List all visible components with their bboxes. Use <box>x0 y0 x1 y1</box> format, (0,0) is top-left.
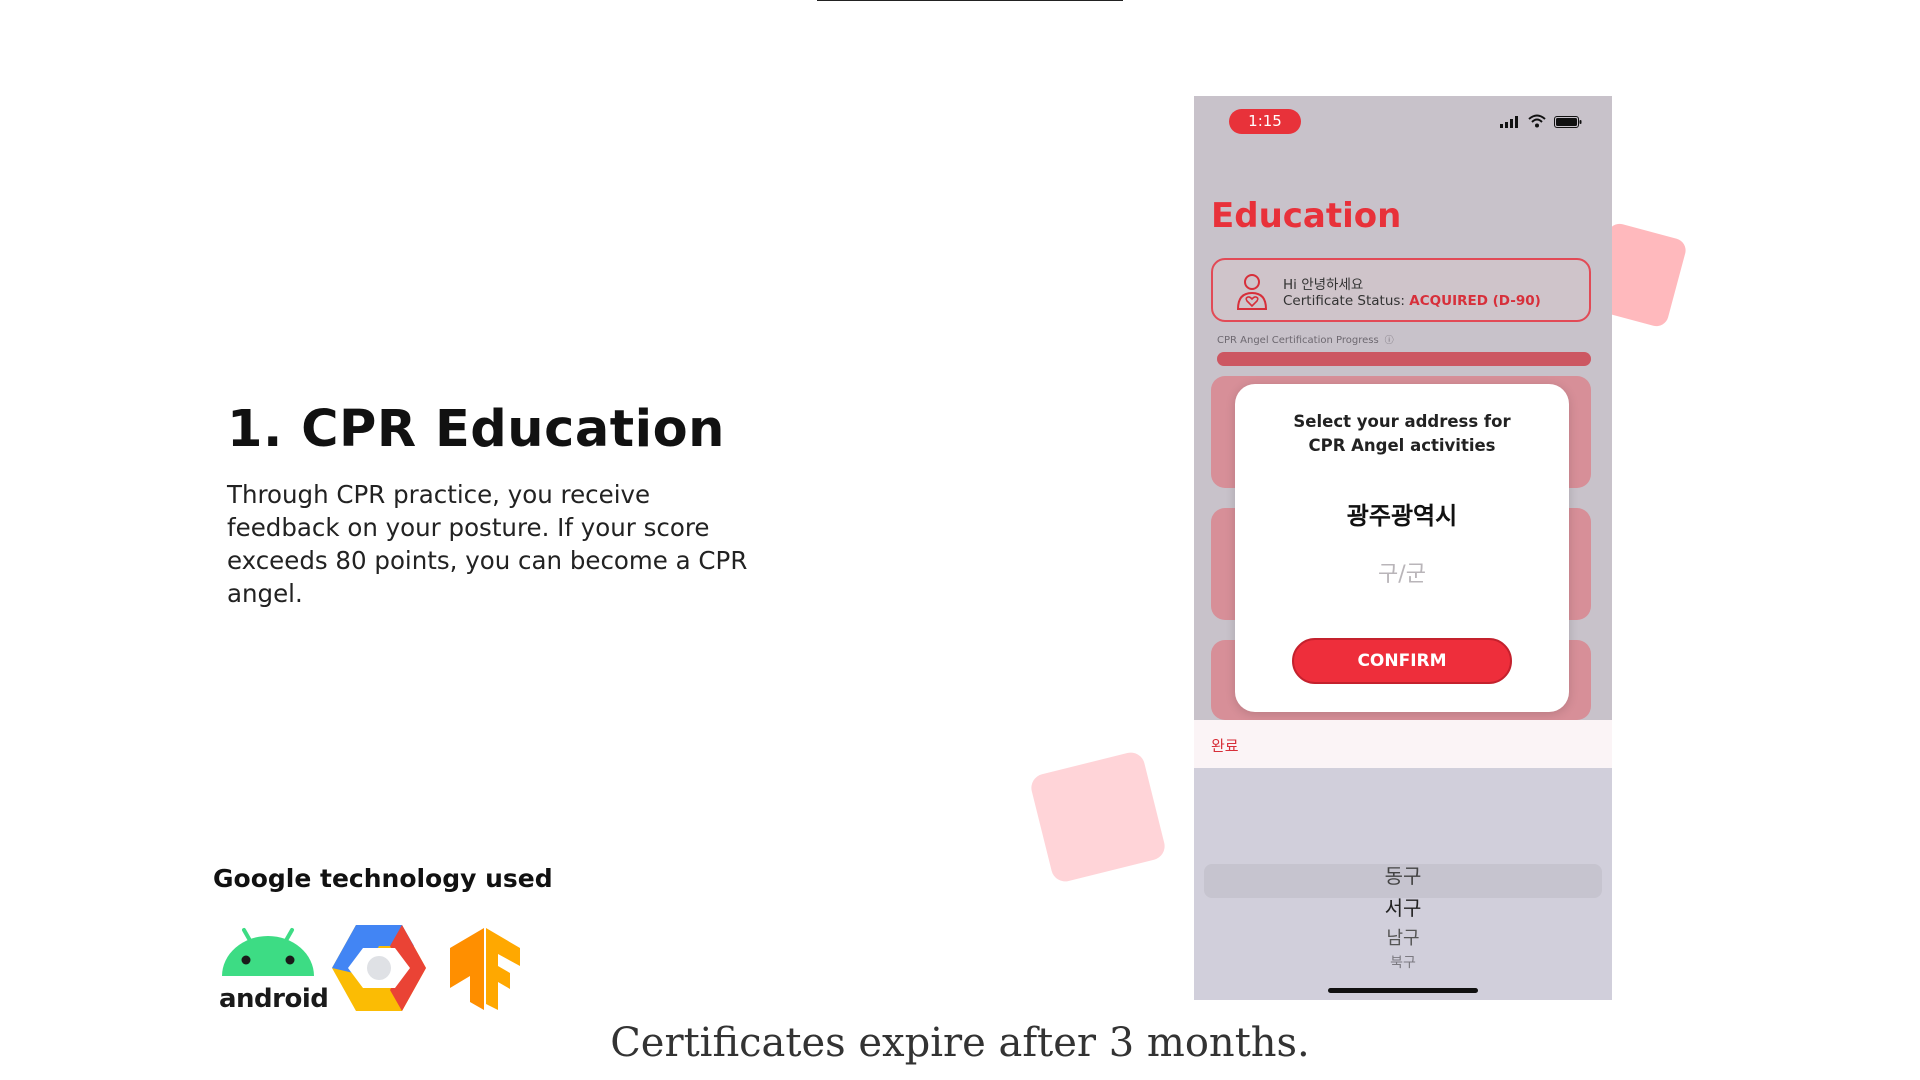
certificate-status-value: ACQUIRED (D-90) <box>1409 293 1541 309</box>
phone-screen: 1:15 Education Hi 안녕하세요 Certificate Stat… <box>1194 96 1612 1000</box>
district-select[interactable]: 구/군 <box>1235 556 1569 588</box>
picker-item[interactable]: 남구 <box>1194 924 1612 950</box>
decorative-square <box>1028 749 1168 885</box>
signal-icon <box>1500 116 1518 128</box>
status-time: 1:15 <box>1229 109 1301 134</box>
slide-heading: 1. CPR Education <box>227 400 725 459</box>
certification-progress-bar <box>1217 352 1591 366</box>
address-select-modal: Select your address for CPR Angel activi… <box>1235 384 1569 712</box>
top-divider <box>817 0 1123 1</box>
page-title: Education <box>1211 196 1402 236</box>
google-cloud-logo <box>332 925 426 1011</box>
certificate-status-line: Certificate Status: ACQUIRED (D-90) <box>1283 293 1541 309</box>
android-wordmark: android <box>219 984 329 1014</box>
progress-fill <box>1217 352 1591 366</box>
picker-item[interactable]: 북구 <box>1194 952 1612 972</box>
progress-label: CPR Angel Certification Progress ⓘ <box>1217 333 1394 346</box>
battery-icon <box>1554 116 1582 128</box>
city-select[interactable]: 광주광역시 <box>1235 496 1569 531</box>
slide-caption: Certificates expire after 3 months. <box>610 1020 1310 1066</box>
certificate-status-label: Certificate Status: <box>1283 293 1410 309</box>
home-indicator <box>1328 988 1478 993</box>
picker-item[interactable]: 서구 <box>1194 892 1612 921</box>
info-icon[interactable]: ⓘ <box>1385 333 1394 346</box>
district-picker[interactable]: 동구 서구 남구 북구 <box>1194 768 1612 1000</box>
greeting-text: Hi 안녕하세요 <box>1283 277 1364 293</box>
tech-section-title: Google technology used <box>213 864 553 893</box>
confirm-button[interactable]: CONFIRM <box>1292 638 1512 684</box>
modal-title: Select your address for CPR Angel activi… <box>1293 412 1511 455</box>
picker-toolbar: 완료 <box>1194 720 1612 768</box>
wifi-icon <box>1528 114 1546 128</box>
status-bar: 1:15 <box>1194 96 1612 146</box>
user-heart-icon <box>1236 274 1268 310</box>
tensorflow-logo <box>450 928 520 1010</box>
done-button[interactable]: 완료 <box>1211 735 1239 756</box>
picker-item[interactable]: 동구 <box>1194 860 1612 889</box>
user-status-card: Hi 안녕하세요 Certificate Status: ACQUIRED (D… <box>1211 258 1591 322</box>
progress-label-text: CPR Angel Certification Progress <box>1217 335 1379 346</box>
slide-description: Through CPR practice, you receive feedba… <box>227 480 748 608</box>
